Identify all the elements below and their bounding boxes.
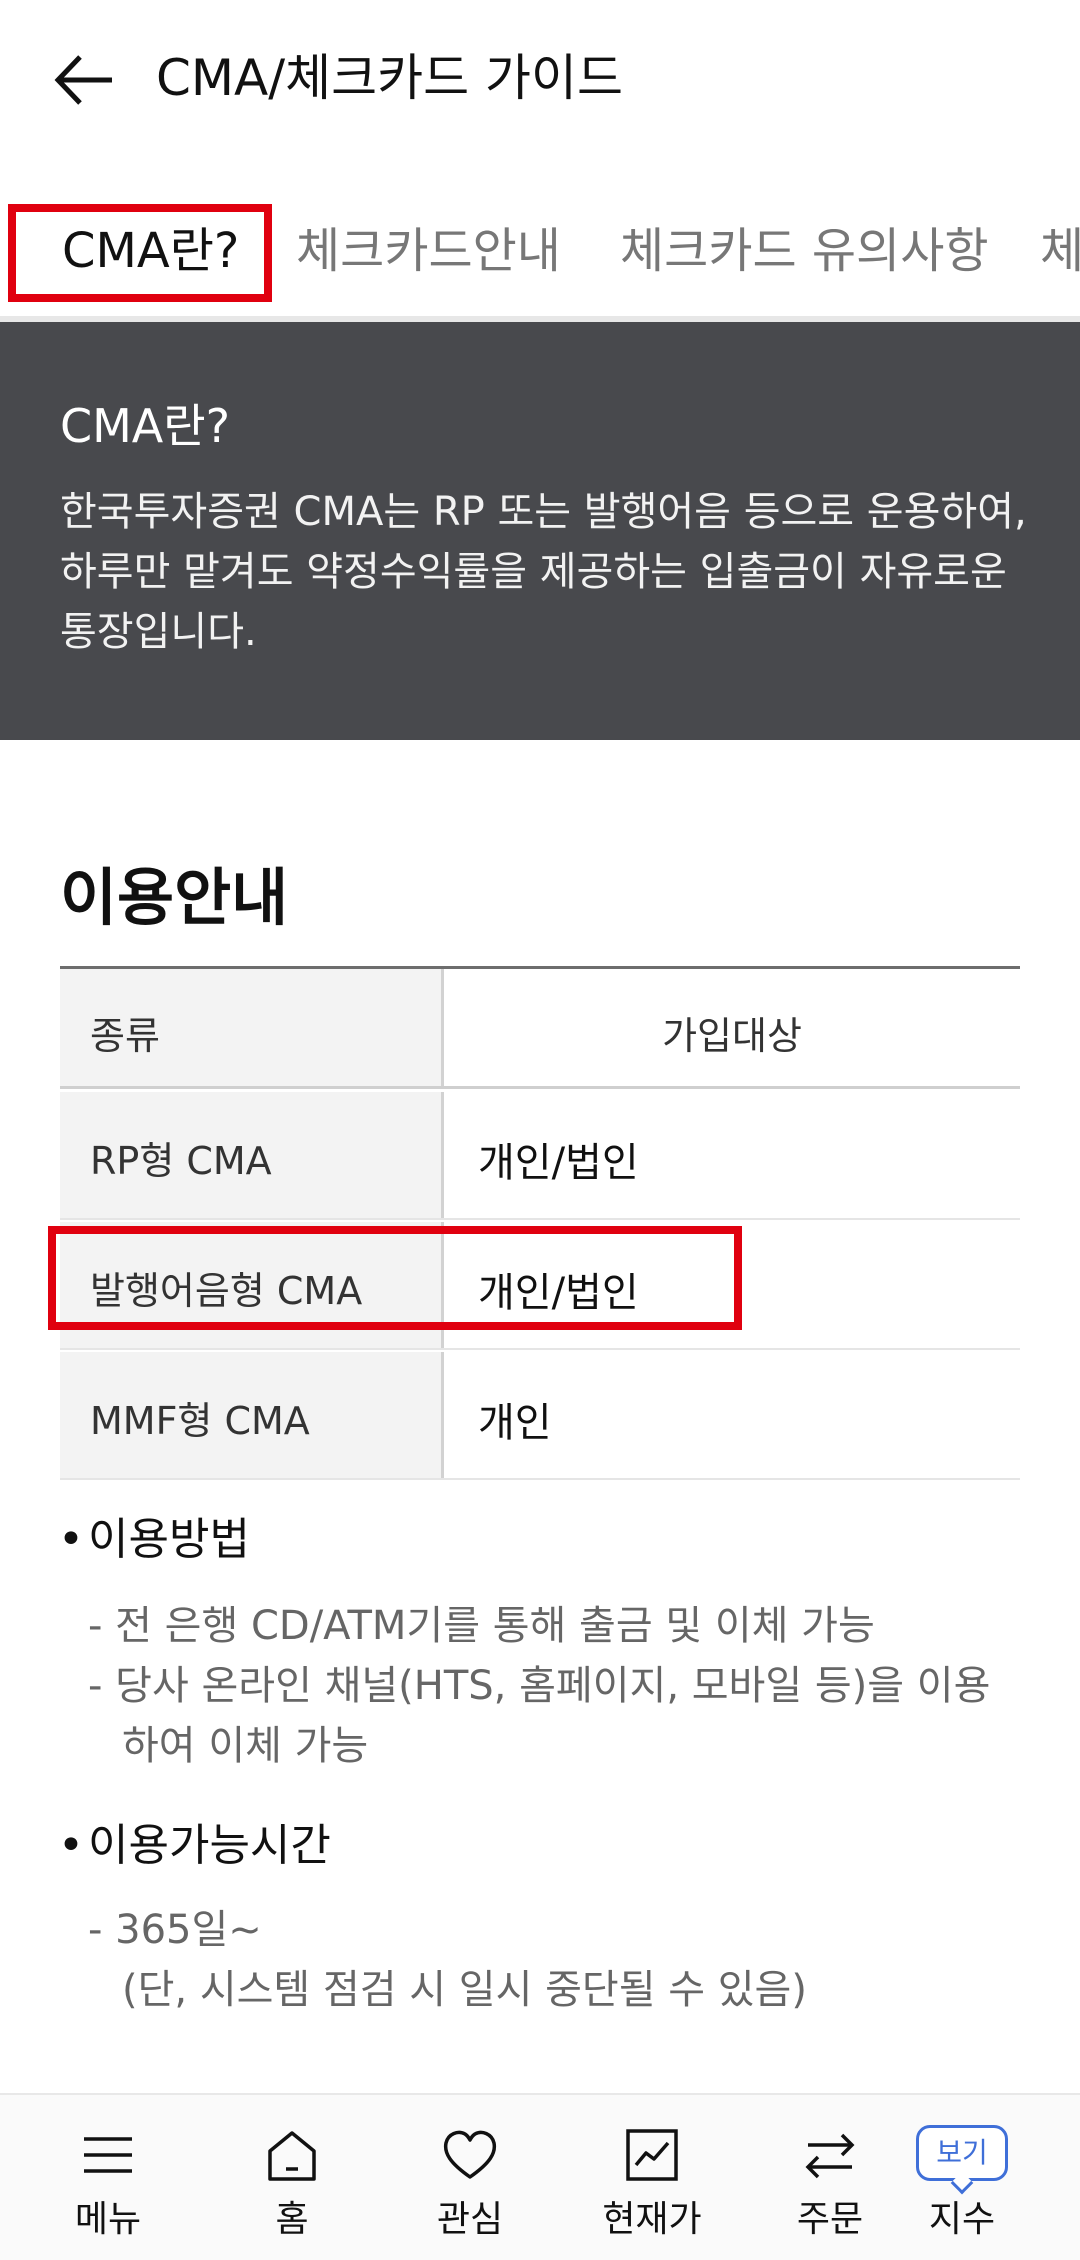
header-cell-type: 종류 [60,969,444,1086]
menu-icon [78,2125,138,2185]
cell-target: 개인 [444,1352,1020,1478]
usage-time-title: 이용가능시간 [88,1820,331,1871]
nav-home[interactable]: 홈 [222,2095,362,2260]
nav-index[interactable]: 보기 지수 [892,2095,1032,2260]
nav-favorites[interactable]: 관심 [400,2095,540,2260]
nav-menu-label: 메뉴 [74,2199,142,2240]
nav-index-label: 지수 [928,2199,996,2240]
nav-current-price[interactable]: 현재가 [582,2095,722,2260]
cell-type-text: MMF형 CMA [90,1399,310,1443]
usage-time-item: (단, 시스템 점검 시 일시 중단될 수 있음) [122,1967,807,2013]
header-type-label: 종류 [90,1014,160,1058]
cell-type-text: RP형 CMA [90,1139,272,1183]
cell-target-text: 개인 [478,1400,552,1446]
intro-panel: CMA란? 한국투자증권 CMA는 RP 또는 발행어음 등으로 운용하여, 하… [0,322,1080,740]
app-header: CMA/체크카드 가이드 [0,0,1080,160]
usage-time-item: - 365일~ [88,1907,262,1953]
usage-method-title: 이용방법 [88,1514,250,1565]
chart-icon [622,2125,682,2185]
table-row: MMF형 CMA 개인 [60,1352,1020,1480]
nav-favorites-label: 관심 [436,2199,504,2240]
intro-description: 한국투자증권 CMA는 RP 또는 발행어음 등으로 운용하여, 하루만 맡겨도… [60,489,1027,655]
intro-title: CMA란? [60,399,231,453]
bullet-dot: • [58,1514,84,1565]
back-arrow-icon[interactable] [50,45,120,115]
tab-check-card-guide[interactable]: 체크카드안내 [296,216,561,286]
tab-check-card-caution[interactable]: 체크카드 유의사항 [620,216,989,286]
cell-target: 개인/법인 [444,1092,1020,1218]
bottom-navigation: 메뉴 홈 관심 현재가 주문 보기 지수 [0,2093,1080,2260]
header-target-label: 가입대상 [662,1014,802,1058]
usage-method-item: 하여 이체 가능 [122,1723,369,1769]
bullet-usage-time: •이용가능시간 [58,1816,331,1876]
highlight-box-row [48,1226,742,1330]
header-cell-target: 가입대상 [444,969,1020,1086]
tab-next-partial[interactable]: 체 [1040,216,1080,286]
cell-type: MMF형 CMA [60,1352,444,1478]
table-row: RP형 CMA 개인/법인 [60,1092,1020,1220]
home-icon [262,2125,322,2185]
page-title: CMA/체크카드 가이드 [156,49,623,107]
nav-order[interactable]: 주문 [760,2095,900,2260]
nav-current-price-label: 현재가 [602,2199,702,2240]
usage-method-item: - 전 은행 CD/ATM기를 통해 출금 및 이체 가능 [88,1603,875,1649]
swap-icon [800,2125,860,2185]
table-header-row: 종류 가입대상 [60,969,1020,1089]
highlight-box-tab [8,204,272,302]
bullet-dot: • [58,1820,84,1871]
section-title: 이용안내 [60,861,289,934]
cell-target-text: 개인/법인 [478,1140,639,1186]
bullet-usage-method: •이용방법 [58,1510,250,1570]
heart-icon [440,2125,500,2185]
nav-home-label: 홈 [275,2199,309,2240]
cell-type: RP형 CMA [60,1092,444,1218]
usage-method-list: - 전 은행 CD/ATM기를 통해 출금 및 이체 가능 - 당사 온라인 채… [88,1596,1028,1776]
nav-menu[interactable]: 메뉴 [38,2095,178,2260]
usage-method-item: - 당사 온라인 채널(HTS, 홈페이지, 모바일 등)을 이용 [88,1663,991,1709]
nav-order-label: 주문 [796,2199,864,2240]
usage-time-list: - 365일~ (단, 시스템 점검 시 일시 중단될 수 있음) [88,1900,1028,2020]
